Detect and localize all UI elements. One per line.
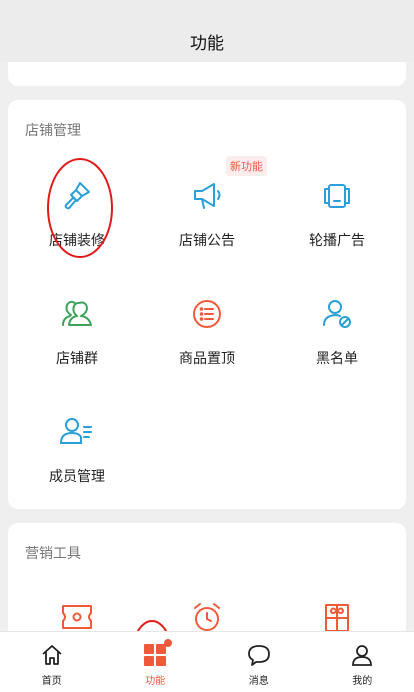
page-title: 功能: [190, 34, 224, 53]
carousel-ad-label: 轮播广告: [309, 232, 365, 248]
person-icon: [349, 642, 375, 668]
store-announcement-label: 店铺公告: [179, 232, 235, 248]
tab-function-label: 功能: [145, 676, 166, 687]
product-pin-item[interactable]: 商品置顶: [141, 294, 273, 374]
group-icon: [57, 294, 97, 334]
carousel-icon: [317, 176, 357, 216]
carousel-ad-item[interactable]: 轮播广告: [271, 176, 403, 256]
tab-function[interactable]: 功能: [104, 632, 208, 692]
bottom-tab-bar: 首页 功能 消息 我的: [0, 631, 414, 692]
section-title-marketing-tools: 营销工具: [25, 545, 81, 561]
store-announcement-item[interactable]: 店铺公告: [141, 176, 273, 256]
store-decoration-label: 店铺装修: [49, 232, 105, 248]
paint-brush-icon: [57, 176, 97, 216]
member-management-item[interactable]: 成员管理: [11, 412, 143, 492]
new-feature-badge: 新功能: [226, 156, 267, 176]
notification-dot: [163, 639, 172, 647]
list-pin-icon: [187, 294, 227, 334]
user-block-icon: [317, 294, 357, 334]
blacklist-label: 黑名单: [316, 350, 358, 366]
member-list-icon: [57, 412, 97, 452]
blacklist-item[interactable]: 黑名单: [271, 294, 403, 374]
tab-messages-label: 消息: [248, 676, 269, 687]
tab-home-label: 首页: [41, 676, 62, 687]
tab-home[interactable]: 首页: [0, 632, 104, 692]
tab-mine-label: 我的: [352, 676, 373, 687]
megaphone-icon: [187, 176, 227, 216]
tab-mine[interactable]: 我的: [311, 632, 414, 692]
chat-bubble-icon: [246, 642, 272, 668]
nav-bar: 功能: [0, 0, 414, 62]
store-group-label: 店铺群: [56, 350, 98, 366]
product-pin-label: 商品置顶: [179, 350, 235, 366]
previous-card-bottom: [8, 62, 406, 86]
member-management-label: 成员管理: [49, 468, 105, 484]
store-group-item[interactable]: 店铺群: [11, 294, 143, 374]
home-icon: [39, 642, 65, 668]
tab-messages[interactable]: 消息: [207, 632, 311, 692]
store-management-card: 店铺管理 新功能 店铺装修 店铺公告 轮播广告 店铺群 商品置顶 黑名单 成员管…: [8, 100, 406, 509]
section-title-store-management: 店铺管理: [25, 122, 81, 138]
store-decoration-item[interactable]: 店铺装修: [11, 176, 143, 256]
